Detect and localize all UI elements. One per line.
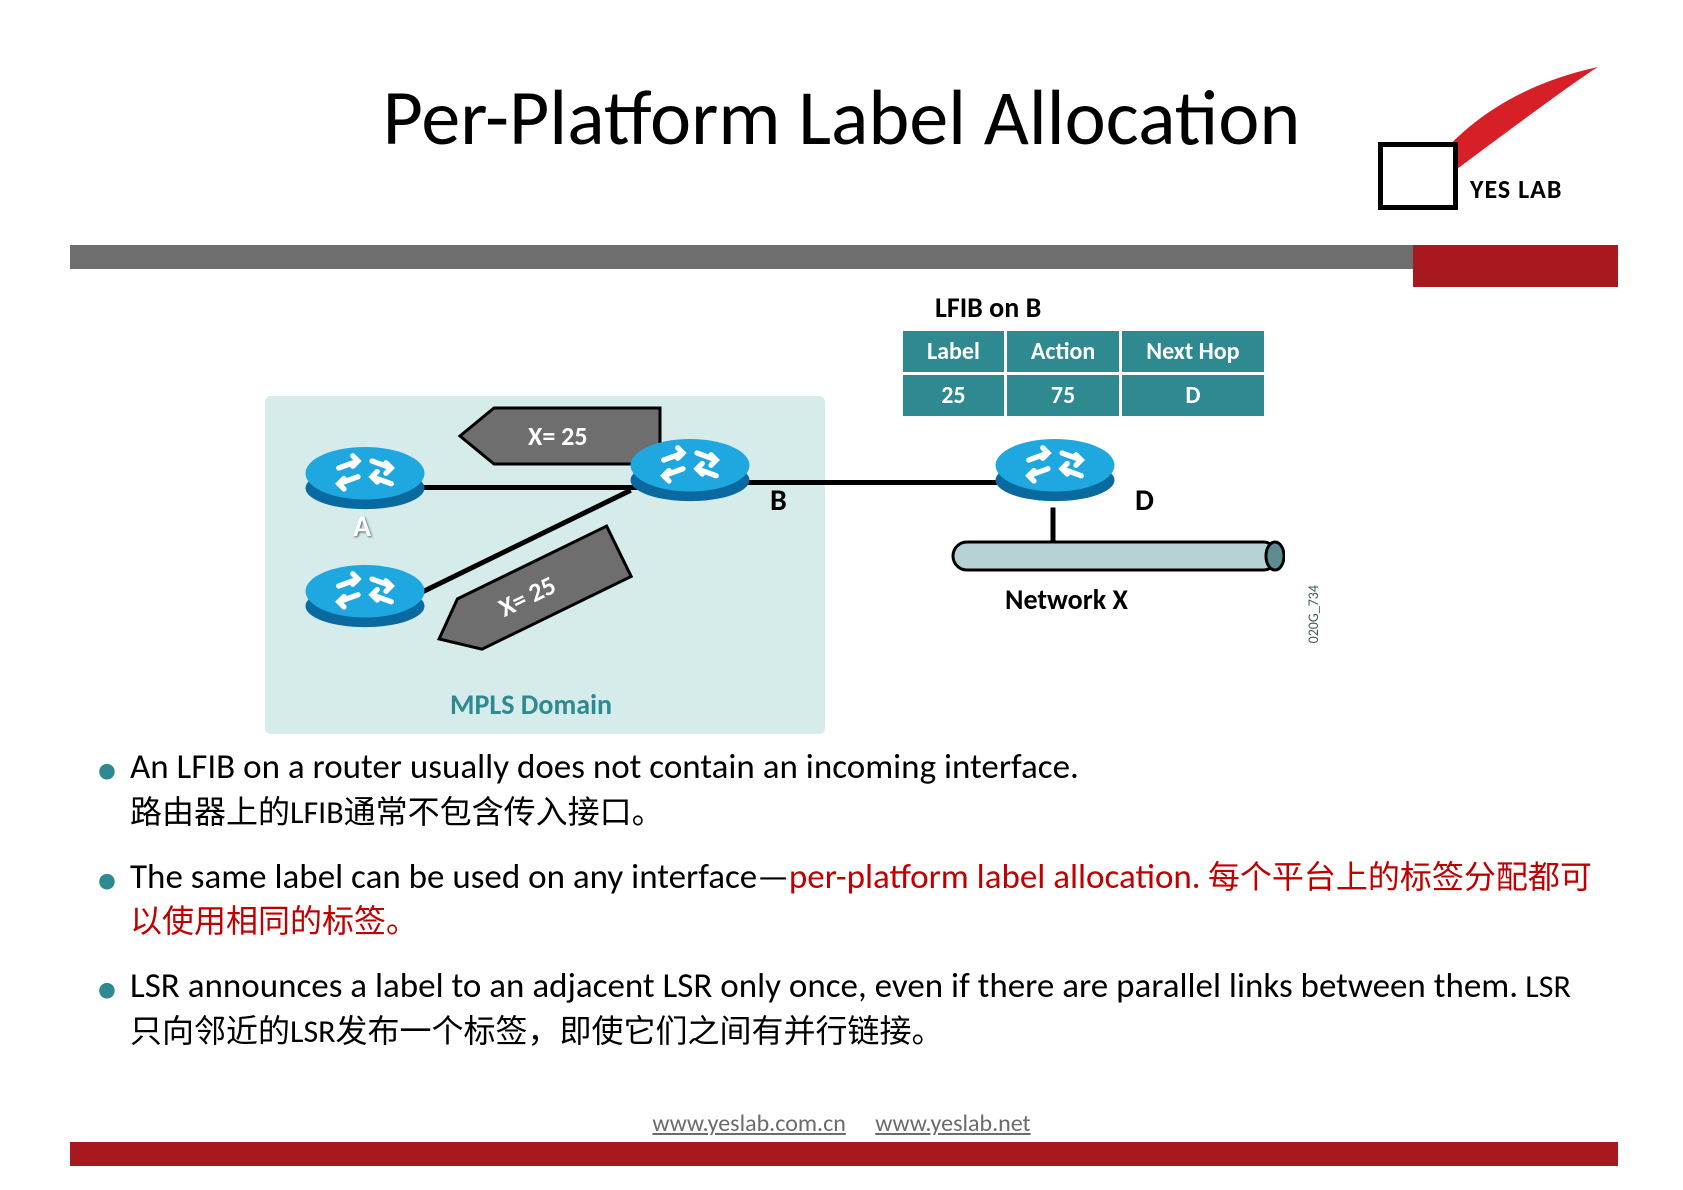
router-b-label: B bbox=[770, 482, 787, 519]
logo-box-icon bbox=[1378, 142, 1458, 210]
lfib-cell-action: 75 bbox=[1005, 374, 1120, 418]
bullet-1-en: An LFIB on a router usually does not con… bbox=[130, 746, 1079, 788]
router-a2 bbox=[295, 558, 435, 628]
list-item: An LFIB on a router usually does not con… bbox=[90, 745, 1593, 835]
router-d-label: D bbox=[1135, 482, 1154, 519]
network-diagram: MPLS Domain LFIB on B Label Action Next … bbox=[265, 290, 1395, 735]
footer-links: www.yeslab.com.cn www.yeslab.net bbox=[0, 1109, 1683, 1138]
footer-link-2[interactable]: www.yeslab.net bbox=[875, 1109, 1030, 1138]
footer-link-1[interactable]: www.yeslab.com.cn bbox=[652, 1109, 845, 1138]
image-code: 020G_734 bbox=[1305, 585, 1322, 643]
lfib-cell-label: 25 bbox=[902, 374, 1006, 418]
link-a-b bbox=[415, 485, 645, 490]
header-accent bbox=[1413, 245, 1618, 287]
table-row: Label Action Next Hop bbox=[902, 330, 1266, 374]
bullet-list: An LFIB on a router usually does not con… bbox=[90, 745, 1593, 1074]
slide: Per-Platform Label Allocation YES LAB MP… bbox=[0, 0, 1683, 1190]
lfib-header-label: Label bbox=[902, 330, 1006, 374]
header-divider bbox=[70, 245, 1618, 269]
bullet-2-en-pre: The same label can be used on any interf… bbox=[130, 856, 789, 898]
bullet-2-en-red: per-platform label allocation. bbox=[789, 856, 1201, 898]
lfib-title: LFIB on B bbox=[935, 290, 1041, 325]
slide-title: Per-Platform Label Allocation bbox=[90, 70, 1593, 165]
footer-bar bbox=[70, 1142, 1618, 1166]
lfib-cell-nexthop: D bbox=[1121, 374, 1265, 418]
label-tag-1-text: X= 25 bbox=[528, 420, 588, 452]
router-a-label: A bbox=[353, 508, 371, 545]
router-a: A bbox=[295, 440, 435, 510]
router-b: B bbox=[620, 432, 760, 502]
table-row: 25 75 D bbox=[902, 374, 1266, 418]
list-item: The same label can be used on any interf… bbox=[90, 855, 1593, 945]
bullet-3-en: LSR announces a label to an adjacent LSR… bbox=[130, 965, 1518, 1007]
bullet-1-cn: 路由器上的LFIB通常不包含传入接口。 bbox=[130, 793, 664, 832]
logo: YES LAB bbox=[1378, 70, 1618, 210]
network-x-label: Network X bbox=[1005, 582, 1128, 617]
router-d: D bbox=[985, 432, 1125, 502]
lfib-table: Label Action Next Hop 25 75 D bbox=[900, 328, 1267, 419]
mpls-domain-label: MPLS Domain bbox=[450, 687, 612, 722]
logo-text: YES LAB bbox=[1470, 173, 1562, 205]
list-item: LSR announces a label to an adjacent LSR… bbox=[90, 964, 1593, 1054]
lfib-header-nexthop: Next Hop bbox=[1121, 330, 1265, 374]
network-pipe-icon bbox=[945, 540, 1285, 572]
lfib-header-action: Action bbox=[1005, 330, 1120, 374]
